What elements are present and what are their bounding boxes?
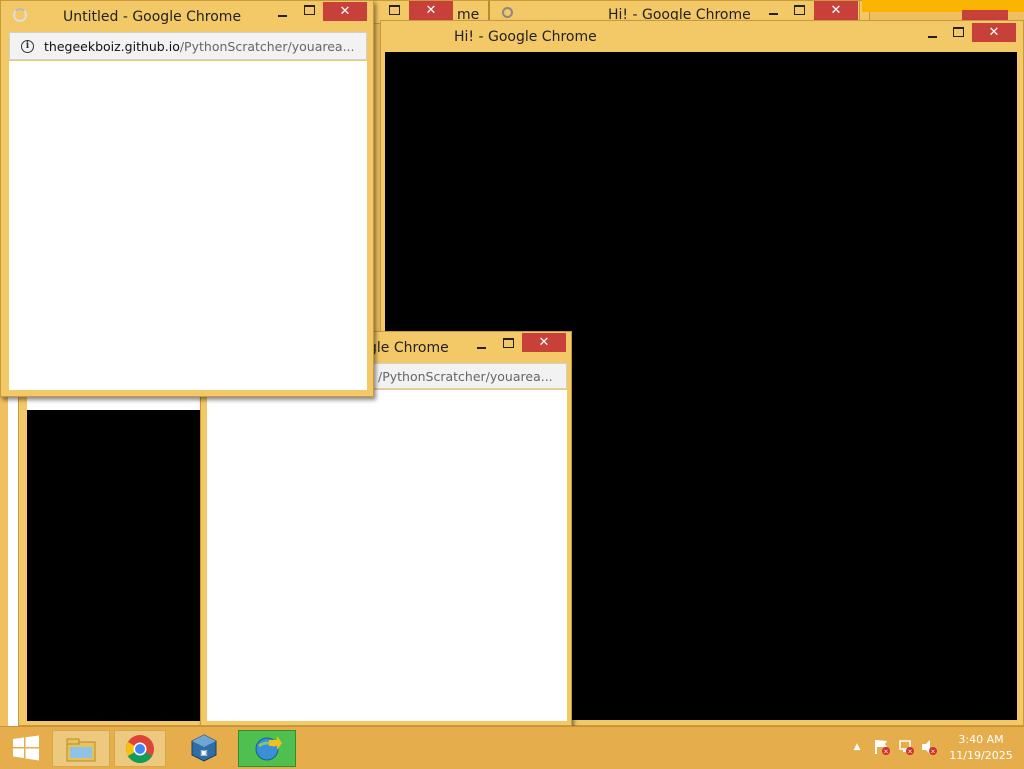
hi-main-window-title: Hi! - Google Chrome: [454, 29, 597, 45]
volume-muted-icon[interactable]: ✕: [920, 738, 938, 756]
taskbar-internet-download-manager[interactable]: [238, 730, 296, 767]
lower-left-window[interactable]: [18, 395, 204, 726]
idm-globe-icon: [255, 736, 282, 761]
hi-main-close-button[interactable]: ✕: [972, 23, 1016, 42]
untitled-close-button[interactable]: ✕: [323, 2, 367, 21]
taskbar-file-explorer[interactable]: [52, 730, 110, 767]
far-back-close-fragment: [962, 10, 1008, 20]
taskbar: ▣ ▲ ✕ ✕ ✕ 3:40 AM 11/19/2025: [0, 726, 1024, 769]
network-icon[interactable]: ✕: [897, 738, 915, 756]
loading-spinner-icon: [13, 8, 27, 22]
svg-text:✕: ✕: [930, 749, 935, 756]
clock-date: 11/19/2025: [949, 749, 1013, 762]
hi-back-minimize-button[interactable]: [760, 3, 786, 21]
untitled-window-title: Untitled - Google Chrome: [63, 9, 242, 25]
svg-text:✕: ✕: [907, 749, 912, 756]
lower-left-page-top: [27, 396, 201, 410]
untitled-maximize-button[interactable]: [296, 3, 322, 21]
folder-icon: [66, 738, 96, 762]
taskbar-chrome[interactable]: [114, 730, 166, 767]
mid-address-path: /PythonScratcher/youarea...: [378, 369, 553, 384]
hi-back-maximize-button[interactable]: [786, 3, 812, 21]
untitled-minimize-button[interactable]: [269, 5, 295, 23]
untitled-window[interactable]: Untitled - Google Chrome ✕ i thegeekboiz…: [0, 0, 374, 397]
lower-left-page-content: [27, 410, 201, 721]
start-button[interactable]: [6, 731, 46, 765]
chrome-icon: [126, 735, 154, 763]
svg-text:▣: ▣: [200, 748, 208, 757]
globe-icon: [502, 7, 513, 18]
virtualbox-icon: ▣: [191, 734, 217, 762]
clock-time: 3:40 AM: [958, 733, 1004, 746]
show-hidden-icons-button[interactable]: ▲: [850, 741, 864, 753]
site-info-icon[interactable]: i: [21, 40, 34, 53]
windows-logo-icon: [13, 735, 39, 761]
left-edge-strip: [8, 395, 18, 726]
mid-window-title: gle Chrome: [368, 340, 449, 356]
mid-page-content: [207, 390, 567, 721]
untitled-address-path: /PythonScratcher/youarea...: [179, 39, 355, 54]
mid-minimize-button[interactable]: [468, 337, 494, 355]
clock[interactable]: 3:40 AM 11/19/2025: [944, 733, 1018, 765]
mid-close-button[interactable]: ✕: [522, 333, 566, 352]
untitled-page-content: [9, 61, 367, 390]
mid-maximize-button[interactable]: [495, 336, 521, 354]
hi-back-close-button[interactable]: ✕: [814, 1, 858, 20]
untitled-address-host: thegeekboiz.github.io: [44, 39, 180, 54]
action-center-flag-icon[interactable]: ✕: [873, 738, 891, 756]
taskbar-virtualbox[interactable]: ▣: [174, 730, 234, 767]
hi-main-minimize-button[interactable]: [919, 26, 945, 44]
svg-text:✕: ✕: [883, 749, 888, 756]
untitled-address-bar[interactable]: i thegeekboiz.github.io/PythonScratcher/…: [9, 32, 367, 60]
back-maximize-button[interactable]: [381, 3, 407, 21]
back-close-button[interactable]: ✕: [409, 1, 453, 20]
hi-main-maximize-button[interactable]: [945, 25, 971, 43]
